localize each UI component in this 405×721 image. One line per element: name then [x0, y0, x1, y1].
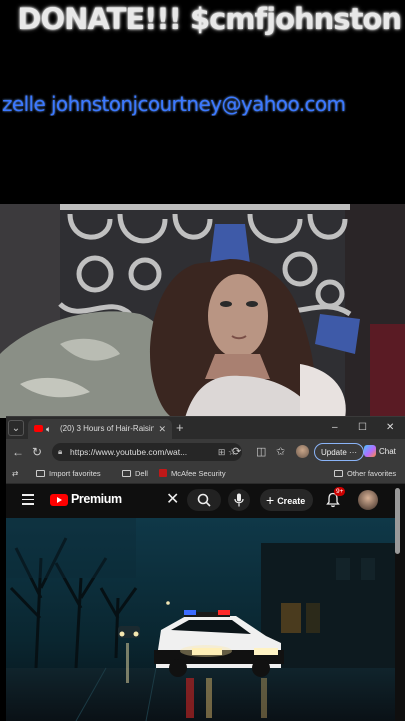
address-bar[interactable]: 🔒︎ https://www.youtube.com/wat... ⊞ ☆: [52, 443, 242, 461]
youtube-page: Premium ✕ + Create 9+: [6, 484, 405, 721]
minimize-button[interactable]: –: [332, 420, 338, 436]
fav-label: Import favorites: [49, 469, 101, 478]
back-arrow-icon[interactable]: ←: [12, 444, 24, 460]
new-tab-button[interactable]: +: [176, 419, 184, 437]
favorites-star-icon[interactable]: ✩: [276, 444, 285, 460]
extensions-icon[interactable]: ⟳: [232, 444, 241, 460]
webcam-image: [0, 204, 405, 418]
address-toolbar: ← ↻ 🔒︎ https://www.youtube.com/wat... ⊞ …: [6, 439, 405, 465]
refresh-icon[interactable]: ↻: [32, 444, 42, 460]
chat-label: Chat: [379, 447, 396, 456]
plus-icon: +: [266, 492, 275, 508]
create-button[interactable]: + Create: [260, 489, 314, 511]
update-button[interactable]: Update ···: [314, 443, 365, 461]
create-label: Create: [277, 496, 306, 506]
fav-mcafee[interactable]: McAfee Security: [159, 465, 226, 483]
voice-search-button[interactable]: [228, 489, 250, 511]
tab-youtube[interactable]: 🔈︎ (20) 3 Hours of Hair-Raising T ✕: [28, 419, 172, 439]
clear-search-icon[interactable]: ✕: [166, 491, 179, 509]
scrollbar-thumb[interactable]: [395, 488, 400, 554]
account-avatar[interactable]: [358, 490, 378, 510]
favorites-menu-icon[interactable]: ⇄: [12, 465, 18, 483]
video-frame-image: [6, 518, 395, 721]
video-player[interactable]: [6, 518, 395, 721]
profile-avatar[interactable]: [296, 445, 309, 458]
menu-icon[interactable]: [22, 494, 34, 505]
youtube-logo-text: Premium: [71, 492, 122, 506]
close-window-button[interactable]: ✕: [386, 420, 394, 436]
webcam-feed: [0, 204, 405, 418]
mcafee-icon: [159, 469, 167, 477]
youtube-favicon-icon: [34, 425, 43, 432]
fav-label: Dell: [135, 469, 148, 478]
fav-label: Other favorites: [347, 469, 397, 478]
fav-other-favorites[interactable]: Other favorites: [334, 465, 396, 483]
folder-icon: [36, 470, 45, 477]
tab-actions-chevron-icon[interactable]: ⌄: [8, 420, 24, 436]
lock-icon: 🔒︎: [58, 447, 63, 456]
microphone-icon: [234, 493, 244, 507]
speaker-icon[interactable]: 🔈︎: [46, 419, 51, 439]
tab-title: (20) 3 Hours of Hair-Raising T: [60, 424, 154, 433]
notification-badge: 9+: [334, 487, 346, 496]
donate-overlay-text: DONATE!!! $cmfjohnston: [17, 2, 402, 36]
tab-close-icon[interactable]: ✕: [158, 419, 166, 439]
more-dots-icon: ···: [349, 448, 358, 457]
maximize-button[interactable]: ☐: [358, 420, 367, 436]
copilot-icon: [364, 445, 376, 457]
folder-icon: [334, 470, 343, 477]
fav-label: McAfee Security: [171, 469, 226, 478]
copilot-chat-button[interactable]: Chat: [364, 443, 396, 461]
youtube-header: Premium ✕ + Create 9+: [6, 484, 405, 516]
zelle-overlay-text: zelle johnstonjcourtney@yahoo.com: [2, 92, 346, 116]
fav-import-favorites[interactable]: Import favorites: [36, 465, 101, 483]
fav-dell[interactable]: Dell: [122, 465, 148, 483]
folder-icon: [122, 470, 131, 477]
search-icon: [197, 493, 211, 507]
url-text: https://www.youtube.com/wat...: [70, 447, 188, 457]
update-label: Update: [321, 448, 347, 457]
browser-window: ⌄ 🔈︎ (20) 3 Hours of Hair-Raising T ✕ + …: [6, 416, 405, 721]
favorites-bar: ⇄ Import favorites Dell McAfee Security …: [6, 465, 405, 484]
split-screen-icon[interactable]: ◫: [256, 444, 266, 460]
search-button[interactable]: [187, 489, 221, 511]
tab-bar: ⌄ 🔈︎ (20) 3 Hours of Hair-Raising T ✕ + …: [6, 417, 405, 439]
youtube-play-icon: [50, 494, 68, 506]
